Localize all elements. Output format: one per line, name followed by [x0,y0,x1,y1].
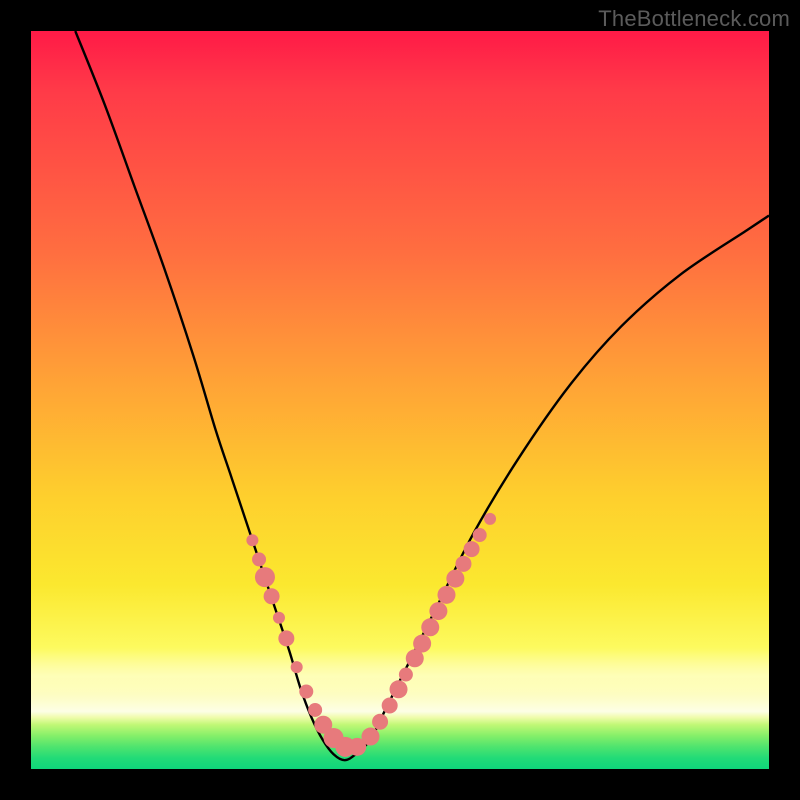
chart-frame: TheBottleneck.com [0,0,800,800]
curve-svg [31,31,769,769]
data-marker [484,513,496,525]
data-marker [437,586,455,604]
data-marker [429,602,447,620]
data-marker [255,567,275,587]
data-marker [382,698,398,714]
data-marker [308,703,322,717]
data-marker [421,618,439,636]
data-marker [278,630,294,646]
data-marker [273,612,285,624]
data-marker [361,728,379,746]
markers-group [246,513,496,757]
data-marker [252,552,266,566]
data-marker [399,668,413,682]
data-marker [455,556,471,572]
data-marker [446,570,464,588]
plot-area [31,31,769,769]
data-marker [246,534,258,546]
data-marker [473,528,487,542]
data-marker [291,661,303,673]
data-marker [372,714,388,730]
data-marker [464,541,480,557]
data-marker [390,680,408,698]
data-marker [413,635,431,653]
data-marker [264,588,280,604]
watermark-text: TheBottleneck.com [598,6,790,32]
data-marker [299,685,313,699]
